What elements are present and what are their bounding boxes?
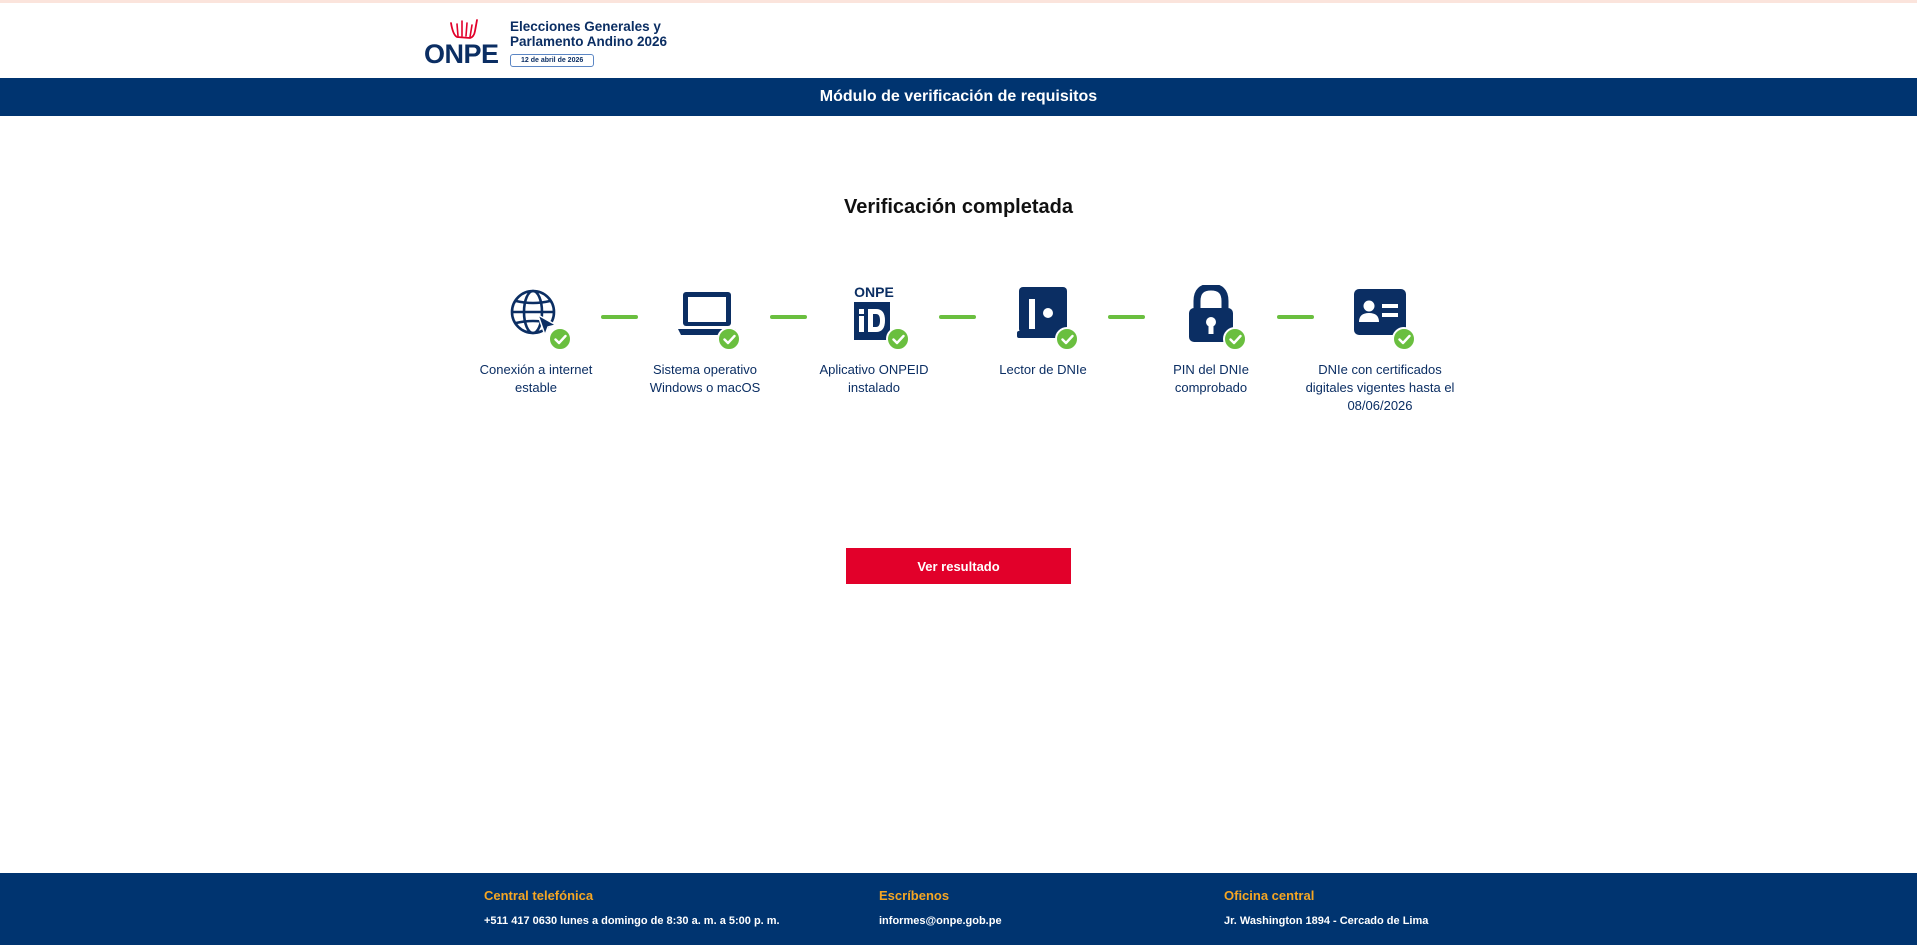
view-result-button[interactable]: Ver resultado	[846, 548, 1071, 584]
verification-status-heading: Verificación completada	[844, 196, 1073, 218]
step-onpeid-app: ONPE Aplicativo ONPEID instalado	[799, 285, 949, 397]
onpe-logo: ONPE	[424, 15, 502, 70]
step-label: Aplicativo ONPEID instalado	[819, 362, 929, 395]
step-dnie-pin: PIN del DNIe comprobado	[1136, 285, 1286, 397]
election-date-badge: 12 de abril de 2026	[510, 54, 595, 67]
module-title: Módulo de verificación de requisitos	[819, 88, 1098, 105]
check-icon	[1055, 327, 1079, 351]
check-icon	[548, 327, 572, 351]
check-icon	[717, 327, 741, 351]
footer-office-block: Oficina central Jr. Washington 1894 - Ce…	[1224, 887, 1428, 928]
step-label: PIN del DNIe comprobado	[1173, 362, 1249, 395]
requirements-stepper: Conexión a internet estable Sistema oper…	[0, 285, 1917, 435]
step-operating-system: Sistema operativo Windows o macOS	[630, 285, 780, 397]
check-icon	[1392, 327, 1416, 351]
footer-office-title: Oficina central	[1224, 888, 1315, 903]
check-icon	[1223, 327, 1247, 351]
brand-logo-block[interactable]: ONPE Elecciones Generales y Parlamento A…	[424, 15, 680, 70]
step-label: Lector de DNIe	[999, 362, 1087, 377]
logo-wordmark: ONPE	[424, 39, 499, 69]
brand-text: Elecciones Generales y Parlamento Andino…	[510, 15, 680, 67]
check-icon	[886, 327, 910, 351]
step-label: Conexión a internet estable	[479, 362, 593, 395]
brand-title: Elecciones Generales y Parlamento Andino…	[510, 19, 668, 49]
module-title-bar: Módulo de verificación de requisitos	[0, 78, 1917, 116]
footer-office-text: Jr. Washington 1894 - Cercado de Lima	[1224, 915, 1429, 927]
step-digital-certificates: DNIe con certificados digitales vigentes…	[1305, 285, 1455, 415]
step-label: DNIe con certificados digitales vigentes…	[1305, 362, 1455, 413]
onpe-id-icon-text: ONPE	[854, 285, 894, 300]
site-header: ONPE Elecciones Generales y Parlamento A…	[0, 3, 1917, 78]
site-footer: Central telefónica +511 417 0630 lunes a…	[0, 873, 1917, 945]
footer-phone-text: +511 417 0630 lunes a domingo de 8:30 a.…	[484, 915, 780, 927]
footer-email-link[interactable]: informes@onpe.gob.pe	[879, 914, 1002, 928]
footer-email-title: Escríbenos	[879, 888, 950, 903]
step-label: Sistema operativo Windows o macOS	[649, 362, 761, 395]
footer-phone-block: Central telefónica +511 417 0630 lunes a…	[484, 887, 780, 928]
step-internet-connection: Conexión a internet estable	[461, 285, 611, 397]
footer-email-block: Escríbenos informes@onpe.gob.pe	[879, 887, 1002, 928]
footer-phone-title: Central telefónica	[484, 888, 594, 903]
step-dnie-reader: Lector de DNIe	[968, 285, 1118, 379]
